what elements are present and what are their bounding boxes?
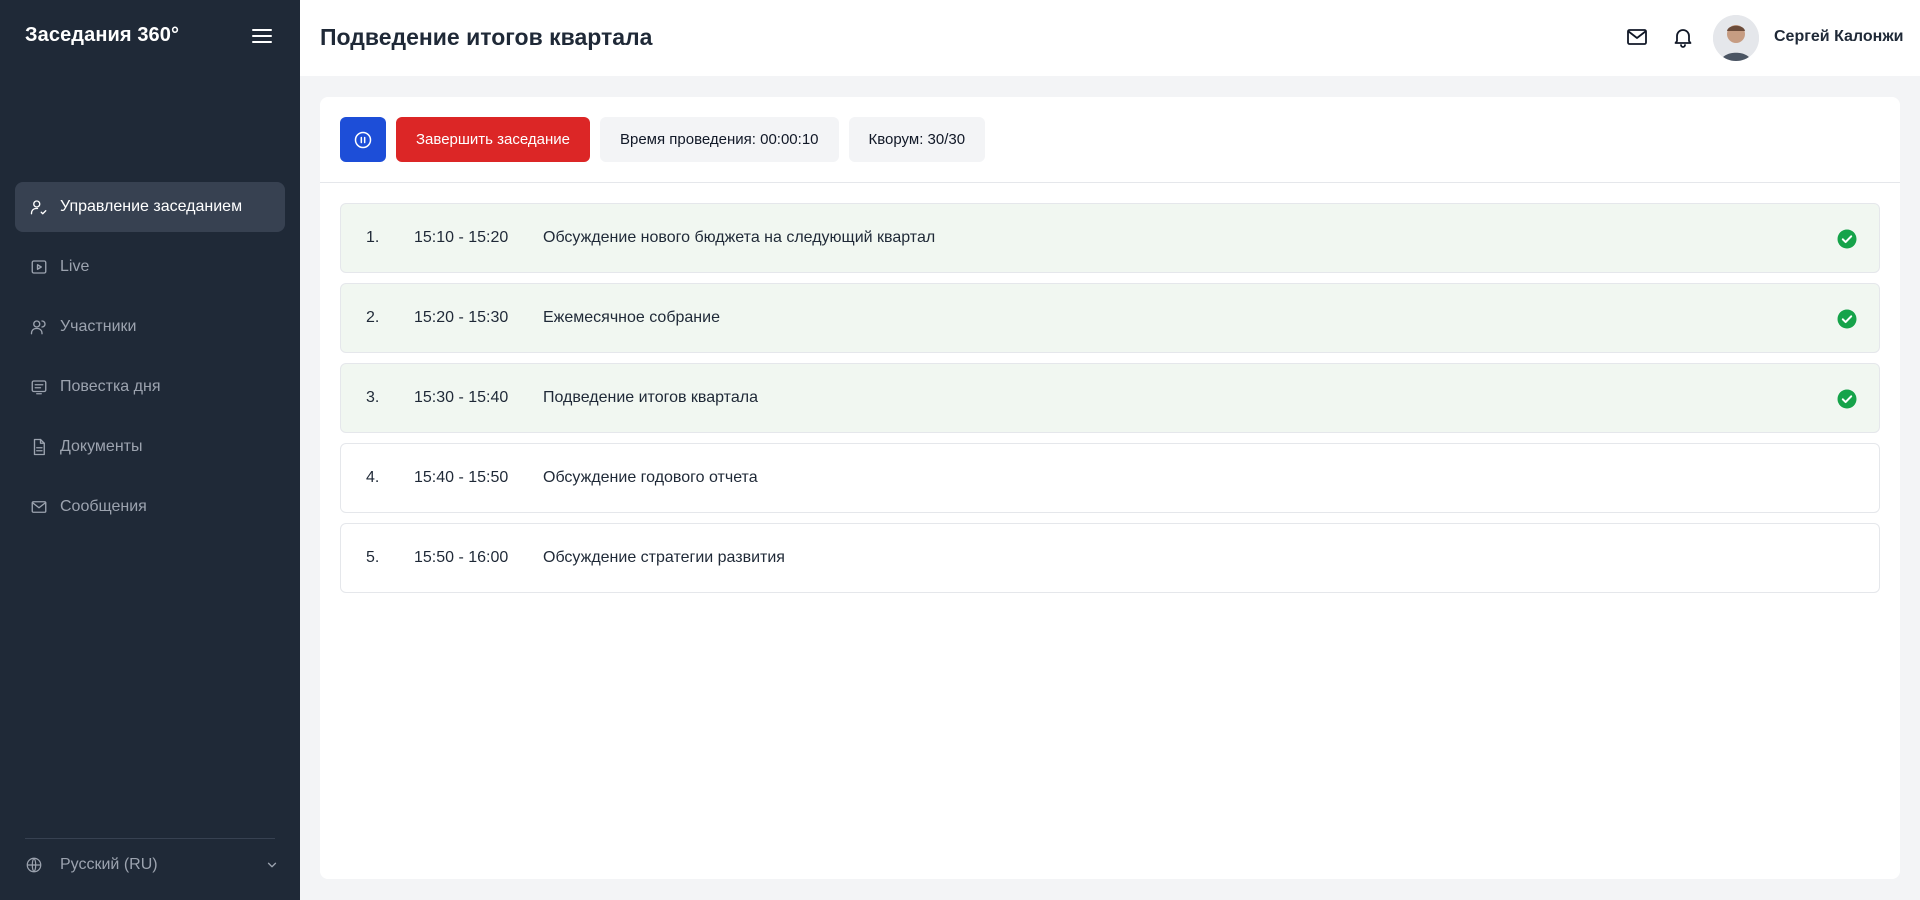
check-circle-icon (1837, 309, 1857, 329)
check-circle-icon (1837, 389, 1857, 409)
agenda-item-title: Ежемесячное собрание (543, 309, 720, 326)
language-selector[interactable]: Русский (RU) (25, 852, 279, 878)
language-label: Русский (RU) (60, 856, 158, 873)
mail-icon (30, 498, 48, 516)
agenda-item-1[interactable]: 1. 15:10 - 15:20 Обсуждение нового бюдже… (340, 203, 1880, 273)
sidebar: Заседания 360° Управление заседанием Liv… (0, 0, 300, 900)
agenda-item-number: 5. (366, 549, 380, 566)
agenda-item-title: Обсуждение годового отчета (543, 469, 758, 486)
user-name[interactable]: Сергей Калонжи (1774, 28, 1904, 46)
sidebar-item-messages[interactable]: Сообщения (15, 482, 285, 532)
agenda-item-title: Обсуждение нового бюджета на следующий к… (543, 229, 936, 246)
meeting-duration: Время проведения: 00:00:10 (599, 117, 839, 162)
app-brand: Заседания 360° (25, 24, 180, 46)
end-meeting-button[interactable]: Завершить заседание (396, 117, 590, 162)
chevron-down-icon (265, 858, 279, 872)
sidebar-item-agenda[interactable]: Повестка дня (15, 362, 285, 412)
sidebar-item-label: Документы (60, 438, 143, 455)
document-icon (30, 438, 48, 456)
agenda-item-number: 1. (366, 229, 380, 246)
agenda-item-time: 15:10 - 15:20 (414, 229, 509, 246)
agenda-item-4[interactable]: 4. 15:40 - 15:50 Обсуждение годового отч… (340, 443, 1880, 513)
agenda-icon (30, 378, 48, 396)
sidebar-item-label: Сообщения (60, 498, 147, 515)
agenda-item-time: 15:40 - 15:50 (414, 469, 509, 486)
play-screen-icon (30, 258, 48, 276)
sidebar-item-label: Управление заседанием (60, 198, 243, 215)
sidebar-item-documents[interactable]: Документы (15, 422, 285, 472)
pause-icon (354, 131, 372, 148)
sidebar-item-meeting-management[interactable]: Управление заседанием (15, 182, 285, 232)
page-title: Подведение итогов квартала (320, 24, 653, 50)
top-bar: Подведение итогов квартала Сергей Калонж… (300, 0, 1920, 76)
sidebar-item-label: Live (60, 258, 90, 275)
agenda-item-time: 15:20 - 15:30 (414, 309, 509, 326)
globe-icon (25, 856, 43, 874)
agenda-item-title: Обсуждение стратегии развития (543, 549, 785, 566)
agenda-item-number: 2. (366, 309, 380, 326)
meeting-controls: Завершить заседание Время проведения: 00… (340, 117, 986, 162)
user-manage-icon (30, 198, 48, 216)
agenda-item-time: 15:30 - 15:40 (414, 389, 509, 406)
agenda-item-2[interactable]: 2. 15:20 - 15:30 Ежемесячное собрание (340, 283, 1880, 353)
sidebar-item-label: Повестка дня (60, 378, 161, 395)
sidebar-item-label: Участники (60, 318, 137, 335)
controls-divider (320, 182, 1900, 183)
bell-icon[interactable] (1671, 25, 1695, 49)
sidebar-item-participants[interactable]: Участники (15, 302, 285, 352)
hamburger-menu-icon[interactable] (252, 29, 272, 45)
agenda-item-number: 3. (366, 389, 380, 406)
mail-icon[interactable] (1625, 25, 1649, 49)
avatar[interactable] (1713, 15, 1759, 61)
header-actions (1625, 25, 1695, 49)
agenda-list: 1. 15:10 - 15:20 Обсуждение нового бюдже… (340, 203, 1880, 603)
agenda-item-5[interactable]: 5. 15:50 - 16:00 Обсуждение стратегии ра… (340, 523, 1880, 593)
sidebar-divider (25, 838, 275, 839)
meeting-panel: Завершить заседание Время проведения: 00… (320, 97, 1900, 879)
pause-button[interactable] (340, 117, 386, 162)
agenda-item-title: Подведение итогов квартала (543, 389, 758, 406)
agenda-item-3[interactable]: 3. 15:30 - 15:40 Подведение итогов кварт… (340, 363, 1880, 433)
agenda-item-number: 4. (366, 469, 380, 486)
users-icon (30, 318, 48, 336)
check-circle-icon (1837, 229, 1857, 249)
sidebar-nav: Управление заседанием Live Участники Пов… (15, 182, 285, 542)
agenda-item-time: 15:50 - 16:00 (414, 549, 509, 566)
quorum-badge: Кворум: 30/30 (848, 117, 986, 162)
sidebar-item-live[interactable]: Live (15, 242, 285, 292)
